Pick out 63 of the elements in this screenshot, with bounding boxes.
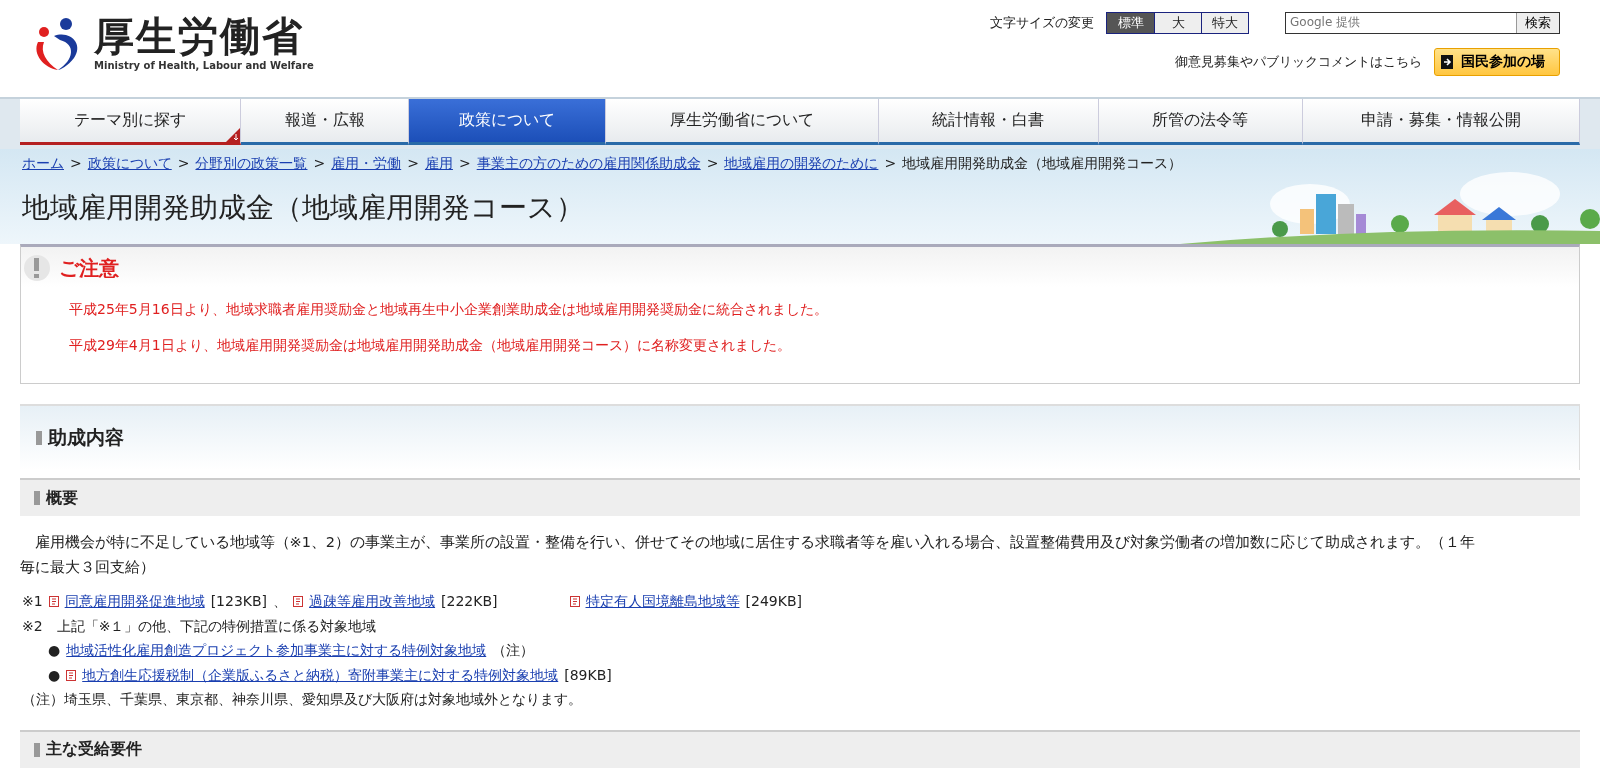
breadcrumb-separator: > (313, 155, 326, 173)
nav-tab[interactable]: 厚生労働省について (606, 99, 880, 145)
font-size-button[interactable]: 特大 (1201, 13, 1248, 33)
breadcrumb-link[interactable]: ホーム (22, 155, 64, 173)
notice-heading: ご注意 (59, 254, 119, 282)
pdf-link[interactable]: 地方創生応援税制（企業版ふるさと納税）寄附事業主に対する特例対象地域 (82, 662, 559, 688)
arrow-icon (1441, 55, 1453, 69)
note-text: （注） (492, 641, 535, 661)
section-heading: 助成内容 (20, 404, 1580, 470)
corner-arrow-icon (226, 128, 241, 142)
pdf-icon (293, 596, 304, 608)
nav-tab[interactable]: 報道・広報 (241, 99, 410, 145)
nav-tab[interactable]: テーマ別に探す (20, 99, 242, 145)
breadcrumb-link[interactable]: 事業主の方のための雇用関係助成金 (476, 155, 701, 173)
breadcrumb-separator: > (70, 155, 82, 173)
overview-paragraph: 雇用機会が特に不足している地域等（※1、2）の事業主が、事業所の設置・整備を行い、併せてその地域に居住する求職者等を雇い入れる場合、設置整備費用及び対象労働者の増加数に応じて助成されます。（１年毎に最大３回支給） (20, 533, 1477, 577)
search-field[interactable]: Google 提供 検索 (1285, 12, 1560, 34)
note-text: [89KB] (564, 665, 612, 685)
breadcrumb-separator: > (407, 155, 419, 173)
pdf-icon (48, 596, 59, 608)
breadcrumb-separator: > (177, 155, 190, 173)
note-text: （注）埼玉県、千葉県、東京都、神奈川県、愛知県及び大阪府は対象地域外となります。 (22, 690, 582, 710)
nav-tab[interactable]: 統計情報・白書 (879, 99, 1099, 145)
note-text: [123KB] (210, 592, 268, 612)
breadcrumb-link[interactable]: 政策について (87, 155, 172, 173)
note-text: ※2 上記「※１」の他、下記の特例措置に係る対象地域 (22, 616, 377, 636)
note-text: [249KB] (745, 592, 802, 612)
note-text: ● (48, 641, 61, 661)
nav-tab[interactable]: 申請・募集・情報公開 (1303, 99, 1580, 145)
notice-text: 平成29年4月1日より、地域雇用開発奨励金は地域雇用開発助成金（地域雇用開発コース）に名称変更されました。 (69, 337, 792, 355)
breadcrumb-separator: > (706, 155, 719, 173)
breadcrumb-current: 地域雇用開発助成金（地域雇用開発コース） (902, 155, 1183, 173)
nav-tab[interactable]: 政策について (409, 99, 607, 145)
breadcrumb-link[interactable]: 雇用 (424, 155, 453, 173)
note-text: ● (48, 665, 61, 685)
note-text: 、 (273, 592, 288, 612)
font-size-button[interactable]: 標準 (1107, 13, 1154, 33)
participation-button[interactable]: 国民参加の場 (1434, 48, 1560, 76)
pdf-icon (569, 596, 580, 608)
pdf-link[interactable]: 特定有人国境離島地域等 (585, 589, 740, 614)
note-text: [222KB] (441, 592, 498, 612)
pdf-link[interactable]: 同意雇用開発促進地域 (64, 589, 205, 614)
breadcrumb-separator: > (458, 155, 471, 173)
nav-tab[interactable]: 所管の法令等 (1098, 99, 1304, 145)
breadcrumb-link[interactable]: 分野別の政策一覧 (195, 155, 308, 173)
logo-name: 厚生労働省 (94, 15, 305, 56)
breadcrumb-link[interactable]: 雇用・労働 (331, 155, 402, 173)
note-text: ※1 (22, 592, 43, 612)
warning-icon (23, 253, 51, 283)
region-link[interactable]: 地域活性化雇用創造プロジェクト参加事業主に対する特例対象地域 (66, 638, 487, 663)
font-size-button[interactable]: 大 (1154, 13, 1201, 33)
subsection-heading: 概要 (20, 478, 1580, 516)
pdf-link[interactable]: 過疎等雇用改善地域 (309, 589, 436, 614)
font-size-label: 文字サイズの変更 (990, 14, 1094, 32)
comment-text: 御意見募集やパブリックコメントはこちら (1175, 53, 1422, 71)
search-button[interactable]: 検索 (1516, 13, 1559, 33)
notice-text: 平成25年5月16日より、地域求職者雇用奨励金と地域再生中小企業創業助成金は地域雇用開発奨励金に統合されました。 (69, 301, 829, 319)
page-title: 地域雇用開発助成金（地域雇用開発コース） (22, 190, 585, 226)
logo-english: Ministry of Health, Labour and Welfare (94, 59, 314, 71)
subsection-heading: 主な受給要件 (20, 729, 1580, 768)
breadcrumb-link[interactable]: 地域雇用の開発のために (724, 155, 879, 173)
breadcrumb-separator: > (884, 155, 897, 173)
pdf-icon (66, 669, 77, 681)
